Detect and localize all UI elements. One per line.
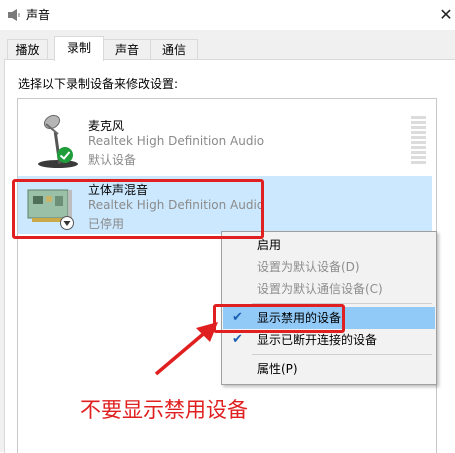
annotation-text: 不要显示禁用设备 [80, 398, 248, 422]
menu-item-label: 设置为默认通信设备(C) [257, 282, 383, 296]
annotation-box-device [12, 179, 264, 239]
menu-item-set-default-comm[interactable]: 设置为默认通信设备(C) [223, 278, 435, 300]
tab-recording[interactable]: 录制 [54, 36, 104, 61]
annotation-box-menu-item [213, 304, 345, 333]
window-title: 声音 [26, 8, 51, 22]
annotation-arrow-icon [154, 322, 218, 376]
close-icon[interactable]: ✕ [436, 4, 455, 26]
tab-sounds[interactable]: 声音 [102, 39, 152, 60]
title-bar: 声音 ✕ [0, 0, 455, 30]
device-name: 麦克风 [88, 119, 125, 133]
menu-item-properties[interactable]: 属性(P) [223, 358, 435, 380]
menu-item-label: 属性(P) [257, 362, 298, 376]
tab-strip: 播放 录制 声音 通信 [0, 36, 455, 61]
menu-separator [252, 354, 432, 355]
menu-item-set-default[interactable]: 设置为默认设备(D) [223, 256, 435, 278]
device-driver: Realtek High Definition Audio [88, 134, 265, 148]
tab-communications[interactable]: 通信 [150, 39, 198, 60]
tab-playback[interactable]: 播放 [7, 39, 48, 60]
device-microphone[interactable]: 麦克风 Realtek High Definition Audio 默认设备 [18, 110, 432, 168]
device-status: 默认设备 [88, 153, 137, 167]
speaker-icon [8, 9, 20, 21]
sound-dialog: 声音 ✕ 播放 录制 声音 通信 选择以下录制设备来修改设置: 麦克风 Real… [0, 0, 455, 453]
instruction-label: 选择以下录制设备来修改设置: [18, 77, 179, 91]
menu-item-label: 设置为默认设备(D) [257, 260, 360, 274]
default-check-icon [57, 147, 73, 163]
level-meter [411, 116, 426, 166]
